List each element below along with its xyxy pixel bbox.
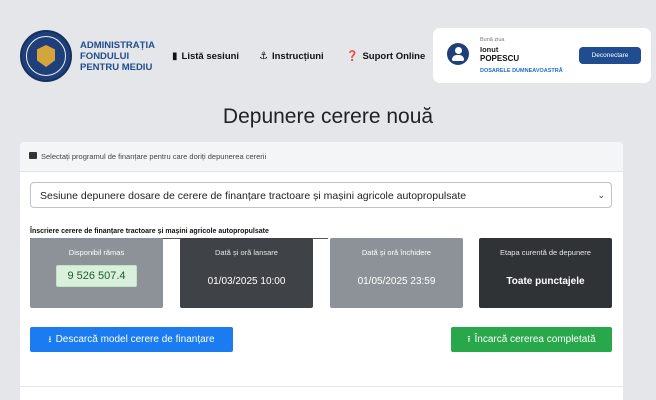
stage-tile: Etapa curentă de depunere Toate punctaje… [479, 238, 612, 308]
instructions-icon: ⚓ [259, 51, 268, 62]
bookmark-icon: ▮ [172, 51, 178, 62]
nav-sessions-label: Listă sesiuni [181, 51, 240, 62]
nav-instructions-label: Instrucțiuni [271, 51, 324, 62]
logout-button[interactable]: Deconectare [579, 47, 641, 64]
application-card: Selectați programul de finanțare pentru … [20, 142, 623, 400]
stage-label: Etapa curentă de depunere [500, 248, 591, 257]
coat-of-arms-icon [37, 45, 55, 67]
org-name[interactable]: ADMINISTRAȚIA FONDULUI PENTRU MEDIU [80, 40, 160, 73]
close-label: Dată și oră închidere [361, 248, 432, 257]
card-footer-divider [20, 386, 623, 387]
available-value: 9 526 507.4 [56, 265, 137, 287]
section-label: Înscriere cerere de finanțare tractoare … [30, 228, 269, 235]
available-tile: Disponibil rămas 9 526 507.4 [30, 238, 163, 308]
nav-support-label: Suport Online [362, 51, 426, 62]
briefcase-icon [29, 152, 37, 159]
card-header: Selectați programul de finanțare pentru … [20, 142, 623, 172]
close-tile: Dată și oră închidere 01/05/2025 23:59 [330, 238, 463, 308]
user-last-name: POPESCU [480, 54, 520, 63]
nav-support[interactable]: ❓ Suport Online [346, 51, 425, 62]
user-first-name: Ionut [480, 45, 499, 54]
program-select-value: Sesiune depunere dosare de cerere de fin… [40, 190, 467, 202]
upload-icon: ⭱ [467, 333, 471, 344]
chevron-down-icon: ⌄ [597, 190, 605, 200]
launch-tile: Dată și oră lansare 01/03/2025 10:00 [180, 238, 313, 308]
upload-application-button[interactable]: ⭱ Încarcă cererea completată [451, 327, 612, 352]
launch-value: 01/03/2025 10:00 [207, 276, 286, 287]
user-card: Bună ziua Ionut POPESCU DOSARELE DUMNEAV… [433, 28, 651, 83]
launch-label: Dată și oră lansare [215, 248, 278, 257]
help-icon: ❓ [346, 51, 359, 62]
my-files-link[interactable]: DOSARELE DUMNEAVOASTRĂ [480, 68, 563, 74]
available-label: Disponibil rămas [68, 248, 125, 257]
program-prompt: Selectați programul de finanțare pentru … [41, 152, 267, 161]
user-avatar-icon [447, 43, 469, 65]
greeting: Bună ziua [480, 37, 505, 43]
logo-seal [26, 36, 66, 76]
program-select[interactable]: Sesiune depunere dosare de cerere de fin… [30, 182, 612, 208]
logo[interactable] [20, 30, 72, 82]
nav-sessions[interactable]: ▮ Listă sesiuni [172, 51, 239, 62]
download-icon: ⭳ [48, 333, 52, 344]
upload-application-label: Încarcă cererea completată [474, 334, 596, 345]
download-template-label: Descarcă model cerere de finanțare [55, 334, 215, 345]
download-template-button[interactable]: ⭳ Descarcă model cerere de finanțare [30, 327, 233, 352]
page-title: Depunere cerere nouă [222, 105, 434, 128]
nav-instructions[interactable]: ⚓ Instrucțiuni [259, 51, 324, 62]
stage-value: Toate punctajele [506, 276, 585, 287]
close-value: 01/05/2025 23:59 [357, 276, 436, 287]
